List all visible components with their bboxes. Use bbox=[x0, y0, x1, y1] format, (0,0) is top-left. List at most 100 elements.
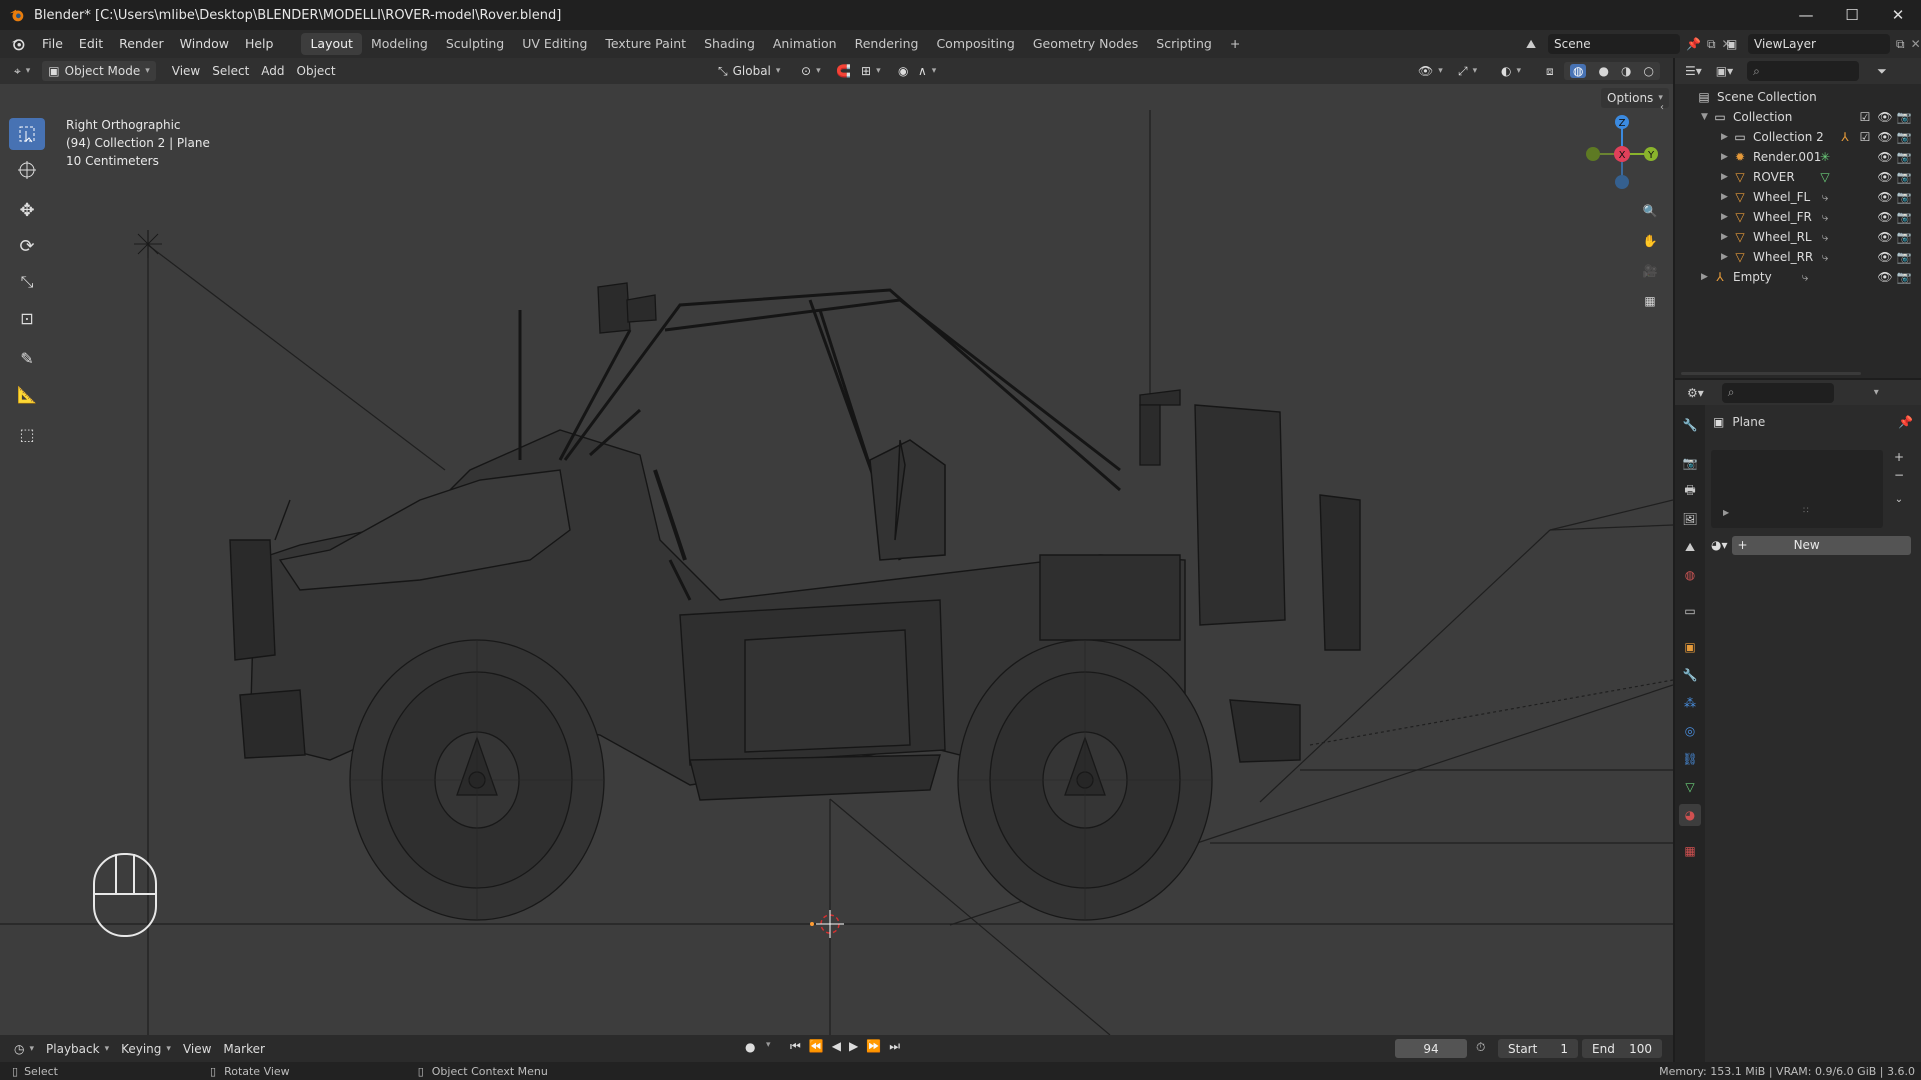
visibility-dropdown[interactable]: 👁 ▾ bbox=[1412, 61, 1449, 81]
play-reverse-icon[interactable]: ◀ bbox=[832, 1039, 841, 1054]
tab-data[interactable]: ▽ bbox=[1679, 776, 1701, 798]
xray-toggle[interactable]: ⧈ bbox=[1540, 61, 1560, 81]
properties-editor-type-icon[interactable]: ⚙▾ bbox=[1687, 386, 1704, 400]
rendered-shading-icon[interactable]: ○ bbox=[1644, 64, 1654, 78]
view-layer-icon[interactable]: ▣ bbox=[1726, 37, 1748, 51]
grid-icon[interactable]: ▦ bbox=[1638, 289, 1662, 313]
outliner-row-render[interactable]: ▶ ✹ Render.001 ✳ 👁 📷 bbox=[1675, 147, 1921, 167]
3d-viewport[interactable]: Right Orthographic (94) Collection 2 | P… bbox=[0, 84, 1673, 1045]
menu-object[interactable]: Object bbox=[291, 61, 342, 81]
pin-icon[interactable]: 📌 bbox=[1686, 37, 1701, 51]
delete-view-layer-icon[interactable]: ✕ bbox=[1911, 37, 1921, 51]
outliner-row-collection[interactable]: ▼ ▭ Collection ☑ 👁 📷 bbox=[1675, 107, 1921, 127]
stopwatch-icon[interactable]: ⏱ bbox=[1476, 1040, 1485, 1055]
snap-target-dropdown[interactable]: ⊞ ▾ bbox=[855, 61, 887, 81]
select-box-tool[interactable] bbox=[9, 118, 45, 150]
render-camera-icon[interactable]: 📷 bbox=[1897, 130, 1912, 144]
record-icon[interactable]: ● bbox=[745, 1040, 755, 1054]
pivot-point-dropdown[interactable]: ⊙ ▾ bbox=[795, 61, 827, 81]
navigation-gizmo[interactable]: Z Y X bbox=[1577, 114, 1667, 194]
tab-compositing[interactable]: Compositing bbox=[927, 33, 1023, 55]
menu-render[interactable]: Render bbox=[111, 30, 172, 58]
auto-key-dropdown-icon[interactable]: ▾ bbox=[766, 1040, 771, 1050]
material-slot-list[interactable]: ▶ ∷ bbox=[1711, 450, 1883, 528]
tab-render[interactable]: 📷 bbox=[1679, 452, 1701, 474]
menu-select[interactable]: Select bbox=[206, 61, 255, 81]
falloff-dropdown[interactable]: ∧ ▾ bbox=[912, 61, 942, 81]
zoom-icon[interactable]: 🔍 bbox=[1638, 199, 1662, 223]
tab-geometry-nodes[interactable]: Geometry Nodes bbox=[1024, 33, 1147, 55]
maximize-button[interactable]: ☐ bbox=[1829, 0, 1875, 30]
close-button[interactable]: ✕ bbox=[1875, 0, 1921, 30]
eye-icon[interactable]: 👁 bbox=[1877, 170, 1892, 184]
jump-start-icon[interactable]: ⏮ bbox=[790, 1039, 801, 1054]
transform-orientation-dropdown[interactable]: ⤡ Global ▾ bbox=[712, 61, 786, 81]
eye-icon[interactable]: 👁 bbox=[1877, 190, 1892, 204]
display-mode-icon[interactable]: ▣▾ bbox=[1716, 64, 1733, 78]
render-camera-icon[interactable]: 📷 bbox=[1897, 230, 1912, 244]
gizmo-toggle[interactable]: ⤢ ▾ bbox=[1452, 61, 1483, 81]
tab-material[interactable]: ◕ bbox=[1679, 804, 1701, 826]
tab-tool[interactable]: 🔧 bbox=[1679, 414, 1701, 436]
expand-triangle-icon[interactable]: ▶ bbox=[1721, 252, 1728, 262]
outliner-row-scene-collection[interactable]: ▤ Scene Collection bbox=[1675, 87, 1921, 107]
outliner-editor-type-icon[interactable]: ☰▾ bbox=[1685, 64, 1702, 78]
current-frame-field[interactable]: 94 bbox=[1395, 1039, 1467, 1058]
exclude-checkbox-icon[interactable]: ☑ bbox=[1858, 110, 1872, 124]
outliner-row-wheel-rl[interactable]: ▶ ▽ Wheel_RL ⤷ 👁 📷 bbox=[1675, 227, 1921, 247]
menu-view[interactable]: View bbox=[177, 1039, 217, 1059]
filter-icon[interactable]: ⏷ bbox=[1877, 64, 1887, 79]
menu-window[interactable]: Window bbox=[172, 30, 237, 58]
pan-hand-icon[interactable]: ✋ bbox=[1638, 229, 1662, 253]
annotate-tool[interactable]: ✎ bbox=[9, 342, 45, 374]
options-dropdown[interactable]: Options ▾ bbox=[1601, 88, 1669, 108]
rotate-tool[interactable]: ⟳ bbox=[9, 230, 45, 262]
eye-icon[interactable]: 👁 bbox=[1877, 130, 1892, 144]
menu-playback[interactable]: Playback ▾ bbox=[40, 1039, 115, 1059]
outliner-row-wheel-fl[interactable]: ▶ ▽ Wheel_FL ⤷ 👁 📷 bbox=[1675, 187, 1921, 207]
scene-icon[interactable]: ⛰ bbox=[1526, 37, 1548, 52]
next-keyframe-icon[interactable]: ⏩ bbox=[866, 1039, 881, 1054]
material-shading-icon[interactable]: ◑ bbox=[1621, 64, 1631, 78]
menu-marker[interactable]: Marker bbox=[217, 1039, 270, 1059]
tab-shading[interactable]: Shading bbox=[695, 33, 764, 55]
new-scene-icon[interactable]: ⧉ bbox=[1707, 37, 1716, 52]
scale-tool[interactable]: ⤡ bbox=[9, 266, 45, 298]
tab-sculpting[interactable]: Sculpting bbox=[437, 33, 513, 55]
add-cube-tool[interactable]: ⬚ bbox=[9, 418, 45, 450]
menu-edit[interactable]: Edit bbox=[71, 30, 111, 58]
jump-end-icon[interactable]: ⏭ bbox=[889, 1039, 900, 1054]
timeline-editor-type-icon[interactable]: ◷ ▾ bbox=[8, 1039, 40, 1059]
render-camera-icon[interactable]: 📷 bbox=[1897, 270, 1912, 284]
render-camera-icon[interactable]: 📷 bbox=[1897, 150, 1912, 164]
tab-physics[interactable]: ◎ bbox=[1679, 720, 1701, 742]
eye-icon[interactable]: 👁 bbox=[1877, 110, 1892, 124]
expand-triangle-icon[interactable]: ▶ bbox=[1721, 172, 1728, 182]
menu-file[interactable]: File bbox=[34, 30, 71, 58]
expand-triangle-icon[interactable]: ▶ bbox=[1721, 152, 1728, 162]
tab-particles[interactable]: ⁂ bbox=[1679, 692, 1701, 714]
tab-animation[interactable]: Animation bbox=[764, 33, 846, 55]
outliner-row-rover[interactable]: ▶ ▽ ROVER ▽ 👁 📷 bbox=[1675, 167, 1921, 187]
eye-icon[interactable]: 👁 bbox=[1877, 150, 1892, 164]
tab-uv-editing[interactable]: UV Editing bbox=[513, 33, 596, 55]
new-view-layer-icon[interactable]: ⧉ bbox=[1896, 37, 1905, 52]
tab-constraints[interactable]: ⛓ bbox=[1679, 748, 1701, 770]
blender-menu-icon[interactable] bbox=[10, 36, 26, 52]
outliner-scrollbar[interactable] bbox=[1681, 372, 1861, 375]
menu-keying[interactable]: Keying ▾ bbox=[115, 1039, 177, 1059]
overlays-toggle[interactable]: ◐ ▾ bbox=[1495, 61, 1527, 81]
tab-view-layer[interactable]: 🖼 bbox=[1679, 508, 1701, 530]
minimize-button[interactable]: — bbox=[1783, 0, 1829, 30]
properties-search-input[interactable]: ⌕ bbox=[1721, 382, 1834, 403]
outliner-row-wheel-fr[interactable]: ▶ ▽ Wheel_FR ⤷ 👁 📷 bbox=[1675, 207, 1921, 227]
collapse-sidebar-icon[interactable]: ‹ bbox=[1660, 102, 1664, 113]
camera-icon[interactable]: 🎥 bbox=[1638, 259, 1662, 283]
measure-tool[interactable]: 📐 bbox=[9, 378, 45, 410]
slot-menu-icon[interactable]: ⌄ bbox=[1895, 494, 1903, 505]
end-frame-field[interactable]: End 100 bbox=[1582, 1039, 1662, 1058]
eye-icon[interactable]: 👁 bbox=[1877, 250, 1892, 264]
render-camera-icon[interactable]: 📷 bbox=[1897, 250, 1912, 264]
render-camera-icon[interactable]: 📷 bbox=[1897, 190, 1912, 204]
expand-triangle-icon[interactable]: ▶ bbox=[1721, 212, 1728, 222]
